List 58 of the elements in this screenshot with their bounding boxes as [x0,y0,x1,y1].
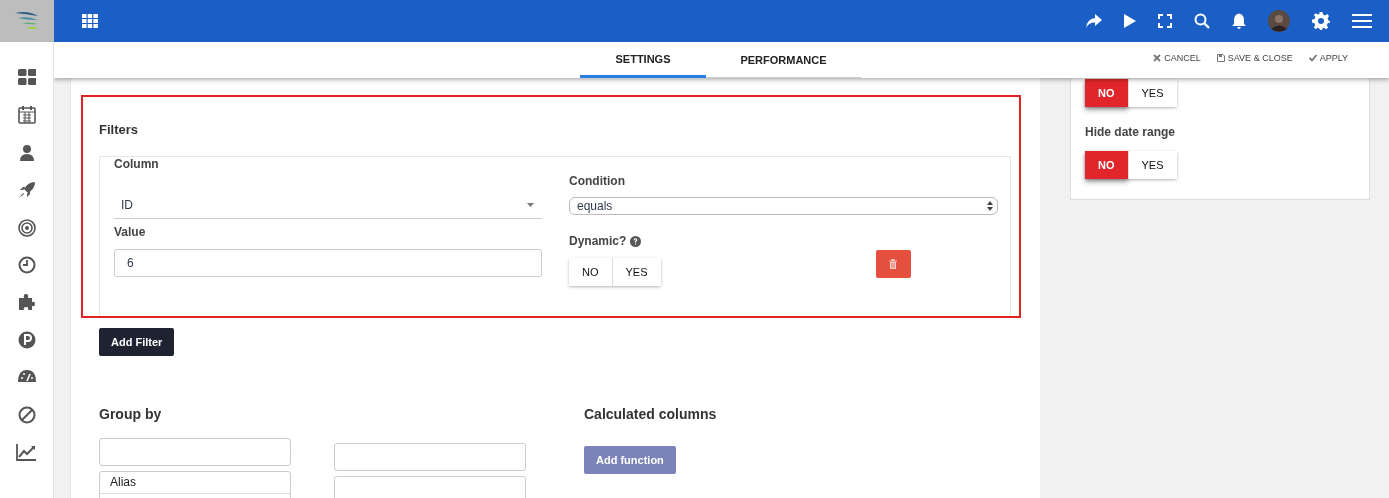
parking-icon[interactable] [17,330,36,349]
tab[interactable]: SETTINGS [580,42,706,78]
yes-option[interactable]: YES [1127,151,1177,179]
close-icon [1153,54,1162,62]
condition-select[interactable]: equals [569,197,998,215]
checkmark-icon [1308,54,1317,62]
toggle-switch[interactable]: NO YES [1085,151,1177,179]
section-title: Group by [99,406,162,422]
field-label: Dynamic? [569,234,627,248]
menu-icon[interactable] [1352,14,1372,28]
clock-icon[interactable] [17,255,36,274]
play-icon[interactable] [1124,14,1136,28]
delete-button[interactable] [875,250,911,278]
dropdown-caret-icon [527,203,534,207]
calendar-icon[interactable] [17,106,36,125]
line-chart-icon[interactable] [16,442,37,461]
text-field[interactable] [334,443,526,471]
cancel-button[interactable]: CANCEL [1153,53,1201,63]
target-icon[interactable] [17,218,36,237]
yes-option[interactable]: YES [1127,79,1177,107]
fullscreen-icon[interactable] [1158,14,1172,28]
group-by-field[interactable] [99,438,291,466]
search-icon[interactable] [1194,13,1210,29]
apply-button[interactable]: APPLY [1308,53,1348,63]
field-label: Value [114,225,146,239]
settings-icon[interactable] [1312,12,1330,30]
avatar-icon[interactable] [1268,10,1290,32]
no-option[interactable]: NO [1085,79,1128,107]
no-option[interactable]: NO [1085,151,1128,179]
share-arrow-icon[interactable] [1086,14,1102,28]
section-title: Calculated columns [584,406,717,422]
apps-grid-icon[interactable] [82,14,98,28]
save-button[interactable]: SAVE & CLOSE [1216,53,1293,63]
tab[interactable]: PERFORMANCE [706,42,861,78]
user-icon[interactable] [17,143,36,162]
dashboard-icon[interactable] [17,69,36,87]
value-field[interactable]: 6 [114,249,542,277]
trash-icon [889,259,897,269]
yes-option[interactable]: YES [611,258,661,286]
field-label: Condition [569,174,625,188]
rocket-icon[interactable] [17,181,36,200]
prohibited-icon[interactable] [17,405,36,424]
toggle-switch[interactable]: NO YES [569,258,661,286]
puzzle-icon[interactable] [17,293,36,312]
field-label: Column [114,157,159,171]
no-option[interactable]: NO [569,258,612,286]
up-down-caret-icon [987,201,993,211]
select-value: equals [577,199,613,213]
list-item[interactable]: Alias [100,472,290,494]
add-filter-button[interactable]: Add Filter [99,328,175,356]
help-icon [630,235,642,247]
field-label: Hide date range [1085,125,1177,139]
toggle-switch[interactable]: NO YES [1085,79,1177,107]
bell-icon[interactable] [1232,13,1246,29]
section-title: Filters [99,122,138,137]
add-function-button[interactable]: Add function [584,446,676,474]
column-select[interactable]: ID [114,192,542,219]
select-value: ID [121,198,133,212]
